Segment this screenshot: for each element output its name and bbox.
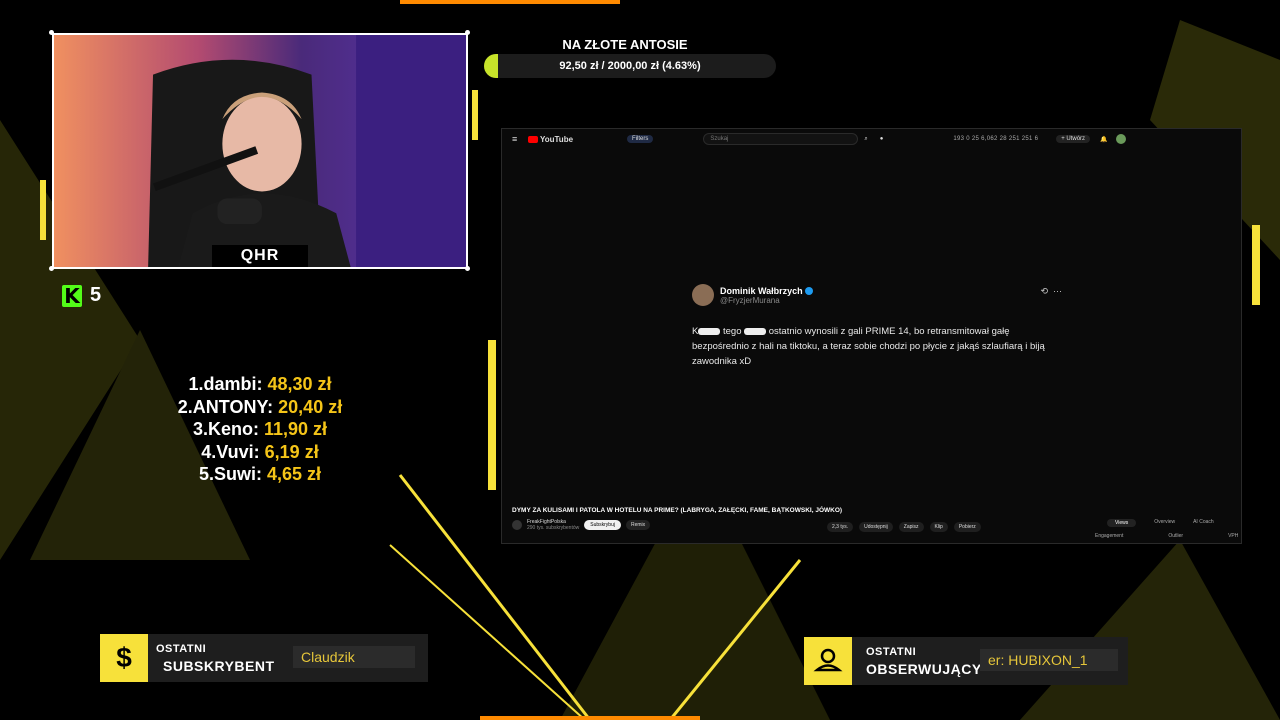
account-avatar[interactable]	[1115, 134, 1126, 144]
tweet-actions: ⟲ ···	[1040, 286, 1062, 297]
engagement-label: Engagement	[1095, 533, 1124, 539]
donor-row: 3. Keno: 11,90 zł	[150, 418, 370, 441]
donor-name: ANTONY:	[192, 396, 274, 417]
follower-label-bottom: OBSERWUJĄCY	[866, 661, 982, 677]
donor-row: 5. Suwi: 4,65 zł	[150, 463, 370, 486]
donor-rank: 2.	[177, 396, 193, 417]
download-button[interactable]: Pobierz	[953, 522, 981, 532]
subscriber-label-top: OSTATNI	[156, 643, 207, 655]
tweet-avatar	[692, 284, 714, 306]
outlier-label: Outlier	[1168, 533, 1184, 539]
filters-button[interactable]: Filters	[627, 135, 654, 143]
donor-rank: 3.	[192, 419, 208, 439]
tweet-card: Dominik Wałbrzych @FryzjerMurana ⟲ ··· K…	[692, 284, 1062, 369]
donor-rank: 5.	[198, 464, 214, 484]
like-button[interactable]: 2,3 tys.	[827, 522, 854, 532]
extension-stats: 193 0 25 6,062 28 251 251 6	[953, 136, 1039, 142]
tab-overview[interactable]: Overview	[1154, 519, 1175, 527]
follower-label-top: OSTATNI	[866, 646, 917, 658]
tab-ai-coach[interactable]: AI Coach	[1193, 519, 1214, 527]
tweet-text: K tego ostatnio wynosili z gali PRIME 14…	[692, 326, 1045, 367]
frame-corner	[49, 266, 54, 271]
donor-row: 1. dambi: 48,30 zł	[150, 373, 370, 396]
donor-name: Suwi:	[213, 464, 262, 484]
video-title: DYMY ZA KULISAMI I PATOLA W HOTELU NA PR…	[512, 507, 843, 514]
censored-word	[744, 327, 767, 335]
goal-progress-bar: 92,50 zł / 2000,00 zł (4.63%)	[484, 54, 776, 78]
analytics-panel: Views Overview AI Coach Engagement Outli…	[1087, 519, 1238, 541]
channel-row: FreakFightPolska 290 tys. subskrybentów …	[512, 519, 651, 531]
video-actions: 2,3 tys. Udostępnij Zapisz Klip Pobierz	[827, 522, 981, 532]
streamer-name-tag: QHR	[212, 245, 308, 267]
subscriber-count: 290 tys. subskrybentów	[527, 525, 580, 531]
donor-rank: 4.	[201, 441, 217, 462]
latest-follower-panel: OSTATNI OBSERWUJĄCY er: HUBIXON_1	[804, 637, 1128, 685]
latest-follower-name: er: HUBIXON_1	[980, 649, 1118, 671]
top-donors-list: 1. dambi: 48,30 zł 2. ANTONY: 20,40 zł 3. K…	[150, 373, 370, 486]
youtube-topbar: ≡ YouTube Filters Szukaj ⌕ ● 193 0 25 6,…	[502, 129, 1241, 149]
clip-button[interactable]: Klip	[929, 522, 948, 532]
create-button[interactable]: + Utwórz	[1056, 135, 1091, 143]
latest-subscriber-panel: $ OSTATNI SUBSKRYBENT Claudzik	[100, 634, 428, 682]
save-button[interactable]: Zapisz	[898, 522, 924, 532]
verified-badge-icon	[804, 287, 813, 296]
search-input[interactable]: Szukaj	[703, 133, 859, 145]
dollar-icon: $	[100, 634, 148, 682]
subscribe-button[interactable]: Subskrybuj	[584, 520, 621, 530]
kick-logo-icon: K	[62, 284, 82, 307]
donor-row: 4. Vuvi: 6,19 zł	[150, 441, 370, 464]
goal-title: NA ZŁOTE ANTOSIE	[562, 37, 688, 52]
tab-views[interactable]: Views	[1107, 519, 1137, 527]
tweet-author: Dominik Wałbrzych	[720, 285, 803, 296]
user-icon	[804, 637, 852, 685]
youtube-window: ≡ YouTube Filters Szukaj ⌕ ● 193 0 25 6,…	[501, 128, 1242, 544]
vph-label: VPH	[1228, 533, 1239, 539]
censored-word	[698, 327, 721, 335]
channel-avatar[interactable]	[512, 520, 522, 530]
donor-amount: 6,19 zł	[264, 441, 319, 462]
grok-icon[interactable]: ⟲	[1040, 286, 1048, 296]
remix-button[interactable]: Remix	[625, 520, 651, 530]
hamburger-menu-icon[interactable]: ≡	[512, 134, 522, 144]
subscriber-label-bottom: SUBSKRYBENT	[163, 658, 275, 674]
donor-amount: 11,90 zł	[263, 419, 328, 439]
donor-amount: 48,30 zł	[267, 374, 332, 394]
donor-amount: 4,65 zł	[266, 464, 322, 484]
webcam-feed: QHR	[52, 33, 468, 269]
video-info-bar: DYMY ZA KULISAMI I PATOLA W HOTELU NA PR…	[502, 506, 1241, 544]
search-icon[interactable]: ⌕	[864, 136, 867, 143]
frame-corner	[49, 30, 54, 35]
youtube-logo[interactable]: YouTube	[528, 135, 573, 144]
donor-name: dambi:	[203, 374, 263, 394]
donor-name: Vuvi:	[216, 441, 260, 462]
viewer-count: 5	[90, 284, 102, 306]
donor-name: Keno:	[207, 419, 259, 439]
more-options-icon[interactable]: ···	[1053, 286, 1062, 296]
user-icon-glyph	[813, 648, 843, 672]
latest-subscriber-name: Claudzik	[293, 646, 415, 668]
kick-viewers: K 5	[62, 284, 101, 307]
notifications-icon[interactable]: 🔔	[1100, 136, 1107, 143]
share-button[interactable]: Udostępnij	[859, 522, 893, 532]
goal-progress-text: 92,50 zł / 2000,00 zł (4.63%)	[559, 60, 701, 72]
frame-corner	[465, 30, 470, 35]
frame-corner	[465, 266, 470, 271]
tweet-handle: @FryzjerMurana	[720, 295, 780, 305]
youtube-play-icon	[528, 135, 538, 143]
microphone-icon[interactable]: ●	[880, 136, 884, 142]
donor-rank: 1.	[188, 374, 204, 394]
donor-amount: 20,40 zł	[278, 396, 343, 417]
webcam-scene	[54, 35, 466, 267]
donor-row: 2. ANTONY: 20,40 zł	[150, 396, 370, 419]
